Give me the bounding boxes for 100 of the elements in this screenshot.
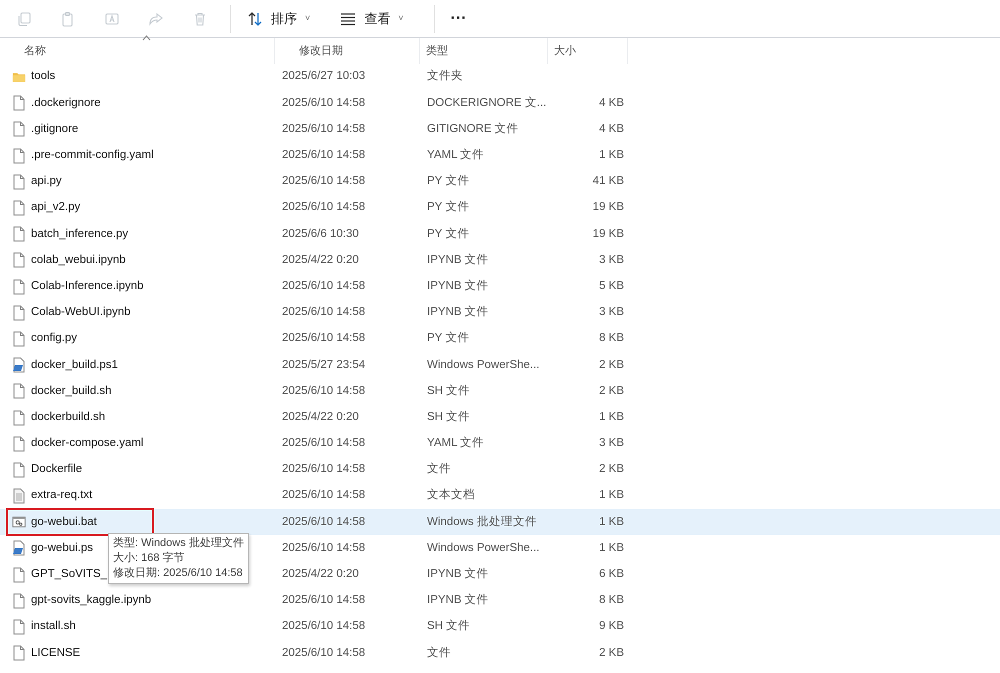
file-size: 8 KB [598,593,625,608]
file-name[interactable]: go-webui.ps [31,540,94,558]
file-name[interactable]: docker_build.ps1 [31,356,118,374]
more-button[interactable]: ··· [442,2,475,34]
tooltip-line: 修改日期: 2025/6/10 14:58 [113,566,244,582]
file-icon [12,592,26,609]
text-file-icon [12,488,26,504]
modified-date: 2025/6/10 14:58 [281,174,366,190]
file-icon [12,278,26,295]
file-name[interactable]: batch_inference.py [31,226,128,243]
file-icon [12,121,26,138]
file-type: 文件 [426,646,452,661]
file-name[interactable]: gpt-sovits_kaggle.ipynb [31,592,152,610]
file-type: IPYNB 文件 [426,592,490,608]
file-type: SH 文件 [426,618,472,634]
file-type: IPYNB 文件 [426,252,490,268]
menu-icon [340,12,356,26]
file-type: PY 文件 [426,226,470,242]
file-size: 1 KB [598,410,625,425]
file-name[interactable]: GPT_SoVITS_ [31,566,108,584]
file-icon [12,436,26,452]
modified-date: 2025/5/27 23:54 [281,358,366,373]
gear-window-icon [12,514,26,530]
modified-date: 2025/6/10 14:58 [281,305,366,320]
file-size: 1 KB [598,514,625,530]
file-size: 8 KB [598,331,625,346]
file-type: 文件 [426,462,452,478]
file-type: 文本文档 [426,488,476,504]
file-size: 1 KB [598,148,625,164]
file-size: 19 KB [592,200,625,216]
file-icon [12,226,26,242]
file-icon [12,148,26,164]
modified-date: 2025/6/6 10:30 [281,226,360,242]
file-size: 9 KB [598,619,625,634]
modified-date: 2025/6/10 14:58 [281,540,366,556]
column-header[interactable]: 修改日期 [275,38,420,64]
file-name[interactable]: Dockerfile [31,461,82,479]
file-icon [12,410,26,426]
file-name[interactable]: LICENSE [31,644,80,662]
file-type: SH 文件 [426,384,472,399]
file-name[interactable]: .gitignore [31,120,78,138]
modified-date: 2025/6/10 14:58 [281,488,366,504]
column-header[interactable]: 大小 [548,38,628,64]
file-icon [12,174,26,190]
modified-date: 2025/6/10 14:58 [281,619,366,634]
file-name[interactable]: .pre-commit-config.yaml [31,147,154,164]
file-type: PY 文件 [426,200,470,216]
file-name[interactable]: dockerbuild.sh [31,408,106,426]
file-name[interactable]: api_v2.py [31,199,80,217]
file-size: 6 KB [598,567,625,582]
file-name[interactable]: config.py [31,330,78,348]
file-name[interactable]: go-webui.bat [31,514,97,531]
file-name[interactable]: Colab-WebUI.ipynb [31,304,131,322]
file-icon [12,566,26,583]
file-name[interactable]: docker-compose.yaml [31,435,144,452]
modified-date: 2025/6/10 14:58 [281,331,366,346]
tooltip-line: 大小: 168 字节 [113,551,186,566]
file-name[interactable]: tools [31,68,56,86]
file-size: 1 KB [598,540,625,556]
modified-date: 2025/6/10 14:58 [281,200,366,216]
tooltip-line: 类型: Windows 批处理文件 [113,536,244,552]
modified-date: 2025/6/10 14:58 [281,148,366,164]
file-size: 2 KB [598,462,625,478]
file-name[interactable]: install.sh [31,618,76,636]
file-type: IPYNB 文件 [426,566,490,582]
file-name[interactable]: docker_build.sh [31,382,112,400]
sort-icon [247,10,263,26]
file-type: Windows PowerShe... [426,358,540,373]
file-icon [12,330,26,347]
modified-date: 2025/6/10 14:58 [281,436,366,452]
file-size: 2 KB [598,358,625,373]
file-icon [12,200,26,216]
file-name[interactable]: Colab-Inference.ipynb [31,278,144,296]
file-size: 41 KB [592,174,625,190]
modified-date: 2025/6/10 14:58 [281,96,366,111]
file-type: DOCKERIGNORE 文... [426,96,548,111]
file-name[interactable]: api.py [31,173,62,190]
modified-date: 2025/6/10 14:58 [281,122,366,137]
modified-date: 2025/4/22 0:20 [281,410,360,425]
file-type: IPYNB 文件 [426,304,490,320]
file-icon [12,645,26,662]
file-size: 2 KB [598,646,625,661]
view-button[interactable]: 查看 ˅ [332,4,412,32]
file-type: YAML 文件 [426,436,486,452]
file-size: 3 KB [598,305,625,320]
file-type: Windows PowerShe... [426,540,540,556]
column-header[interactable]: 类型 [420,38,548,64]
file-name[interactable]: extra-req.txt [31,487,92,505]
file-name[interactable]: colab_webui.ipynb [31,252,126,270]
file-size: 1 KB [598,488,625,504]
file-type: PY 文件 [426,330,470,346]
file-type: YAML 文件 [426,148,486,164]
modified-date: 2025/6/10 14:58 [281,462,366,478]
file-icon [12,95,26,112]
modified-date: 2025/6/10 14:58 [281,514,366,530]
file-size: 2 KB [598,384,625,399]
script-file-icon [12,540,26,556]
file-name[interactable]: .dockerignore [31,94,101,112]
sort-button[interactable]: 排序 ˅ [239,4,318,32]
column-header[interactable]: 名称 [0,38,275,64]
